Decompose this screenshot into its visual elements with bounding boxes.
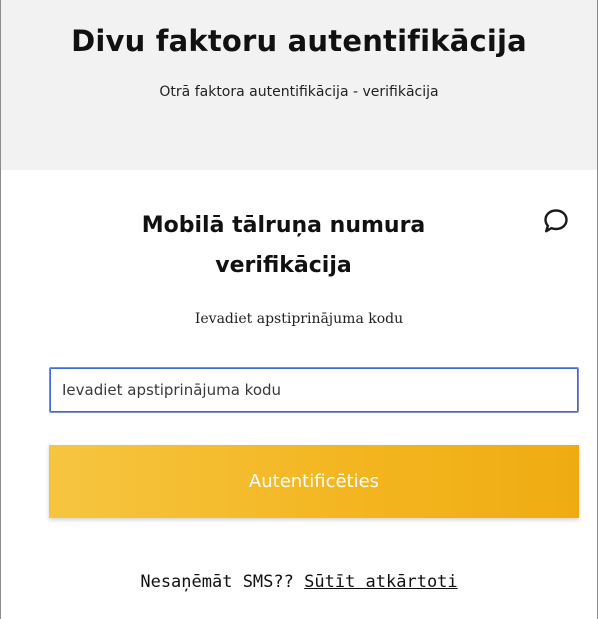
header-panel: Divu faktoru autentifikācija Otrā faktor… (1, 0, 597, 170)
resend-prompt: Nesaņēmāt SMS?? (140, 572, 294, 592)
chat-bubble-icon[interactable] (541, 206, 571, 236)
verification-card: Mobilā tālruņa numura verifikācija Ievad… (1, 170, 597, 619)
auth-window: Divu faktoru autentifikācija Otrā faktor… (0, 0, 598, 619)
page-title: Divu faktoru autentifikācija (71, 24, 527, 58)
authenticate-button[interactable]: Autentificēties (49, 445, 579, 518)
page-subtitle: Otrā faktora autentifikācija - verifikāc… (159, 84, 439, 100)
resend-link[interactable]: Sūtīt atkārtoti (304, 572, 458, 592)
code-instruction: Ievadiet apstiprinājuma kodu (194, 311, 404, 327)
verification-code-input[interactable] (49, 367, 579, 413)
resend-row: Nesaņēmāt SMS?? Sūtīt atkārtoti (1, 572, 597, 592)
card-title: Mobilā tālruņa numura verifikācija (141, 213, 426, 278)
